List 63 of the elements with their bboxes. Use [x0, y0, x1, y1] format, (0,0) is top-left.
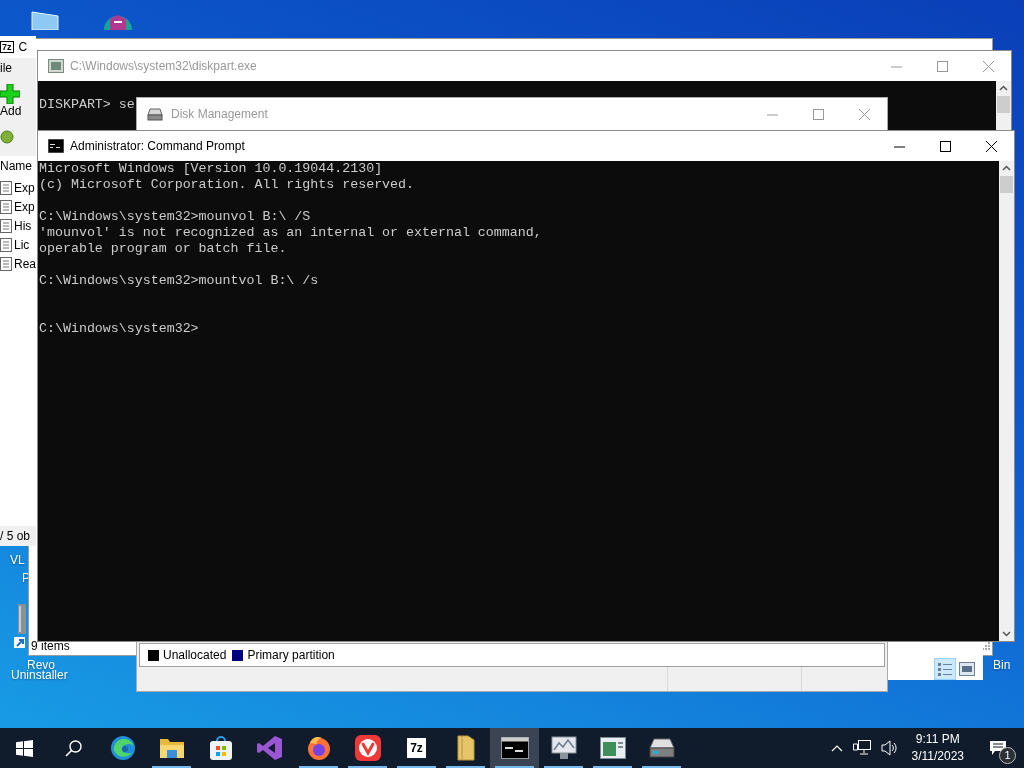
taskbar-app[interactable]: 7z	[392, 728, 441, 768]
resize-grip-icon[interactable]	[982, 642, 990, 650]
shopping-bag-icon	[208, 735, 233, 761]
plus-icon	[0, 84, 20, 104]
console-output: Microsoft Windows [Version 10.0.19044.2130] (c) Microsoft Corporation. All rights reserved. C:\Windows\system32>mounvol B:\ /S 'mounvol' is not recognized as an internal or external command, operable program or batch file. C:\Windows\system32>mountvol B:\ /s C:\Windows\system32>	[39, 161, 542, 337]
window-title: C	[18, 40, 28, 54]
close-icon	[858, 108, 870, 120]
window-icon[interactable]	[30, 10, 60, 30]
notification-badge: 1	[999, 747, 1016, 764]
monitor-chart-icon	[549, 735, 578, 761]
folder-icon	[158, 737, 185, 759]
details-view-icon	[937, 661, 953, 677]
speaker-icon	[880, 740, 899, 756]
chevron-up-icon	[830, 744, 843, 752]
close-icon	[985, 140, 997, 152]
window-title: Disk Management	[171, 107, 268, 121]
add-button[interactable]: Add	[0, 84, 22, 118]
terminal-icon	[500, 737, 529, 759]
window-title: C:\Windows\system32\diskpart.exe	[70, 59, 257, 73]
window-icon	[599, 737, 626, 759]
shortcut-icon[interactable]	[14, 604, 28, 650]
view-button[interactable]	[934, 658, 956, 680]
drive-icon	[147, 106, 163, 122]
legend-label: Unallocated	[163, 648, 227, 662]
menu-item[interactable]: ile	[0, 61, 12, 75]
file-name[interactable]: Exp	[14, 199, 35, 214]
clock[interactable]: 9:11 PM 3/11/2023	[903, 731, 972, 765]
scroll-thumb[interactable]	[1000, 176, 1013, 193]
file-name[interactable]: Lic	[14, 237, 30, 252]
window-icon	[48, 59, 64, 73]
close-icon	[982, 60, 994, 72]
network-icon	[852, 740, 871, 756]
status-text: / 5 ob	[0, 529, 31, 543]
clock-date: 3/11/2023	[911, 748, 964, 765]
legend-label: Primary partition	[247, 648, 335, 662]
icon-label: Bin	[993, 658, 1011, 672]
globe-icon	[305, 735, 332, 761]
icon-label: VL	[10, 553, 25, 567]
scroll-thumb[interactable]	[997, 96, 1010, 113]
clock-time: 9:11 PM	[915, 731, 960, 748]
app-logo: 7z	[407, 738, 426, 758]
picture-view-icon	[959, 662, 975, 676]
drive-icon	[648, 736, 675, 760]
status-text: 9 items	[31, 639, 70, 653]
maximize-icon	[812, 108, 824, 120]
up-folder-icon[interactable]	[0, 130, 14, 144]
windows-logo-icon	[16, 739, 33, 757]
terminal-icon	[48, 139, 64, 153]
infinity-icon	[256, 735, 283, 761]
folder-icon	[455, 734, 476, 762]
window-title: Administrator: Command Prompt	[70, 139, 245, 153]
maximize-icon	[936, 60, 948, 72]
app-logo: 7z	[0, 41, 14, 53]
console-output: DISKPART> se	[39, 97, 135, 113]
file-name[interactable]: Rea	[14, 256, 36, 271]
file-name[interactable]: Exp	[14, 180, 35, 195]
notification-button[interactable]: 1	[978, 728, 1018, 768]
maximize-icon	[939, 140, 951, 152]
swirl-icon	[109, 735, 136, 761]
file-name[interactable]: His	[14, 218, 32, 233]
search-icon	[65, 739, 82, 757]
taskbar-app[interactable]	[490, 728, 539, 768]
v-logo-icon	[354, 735, 381, 761]
